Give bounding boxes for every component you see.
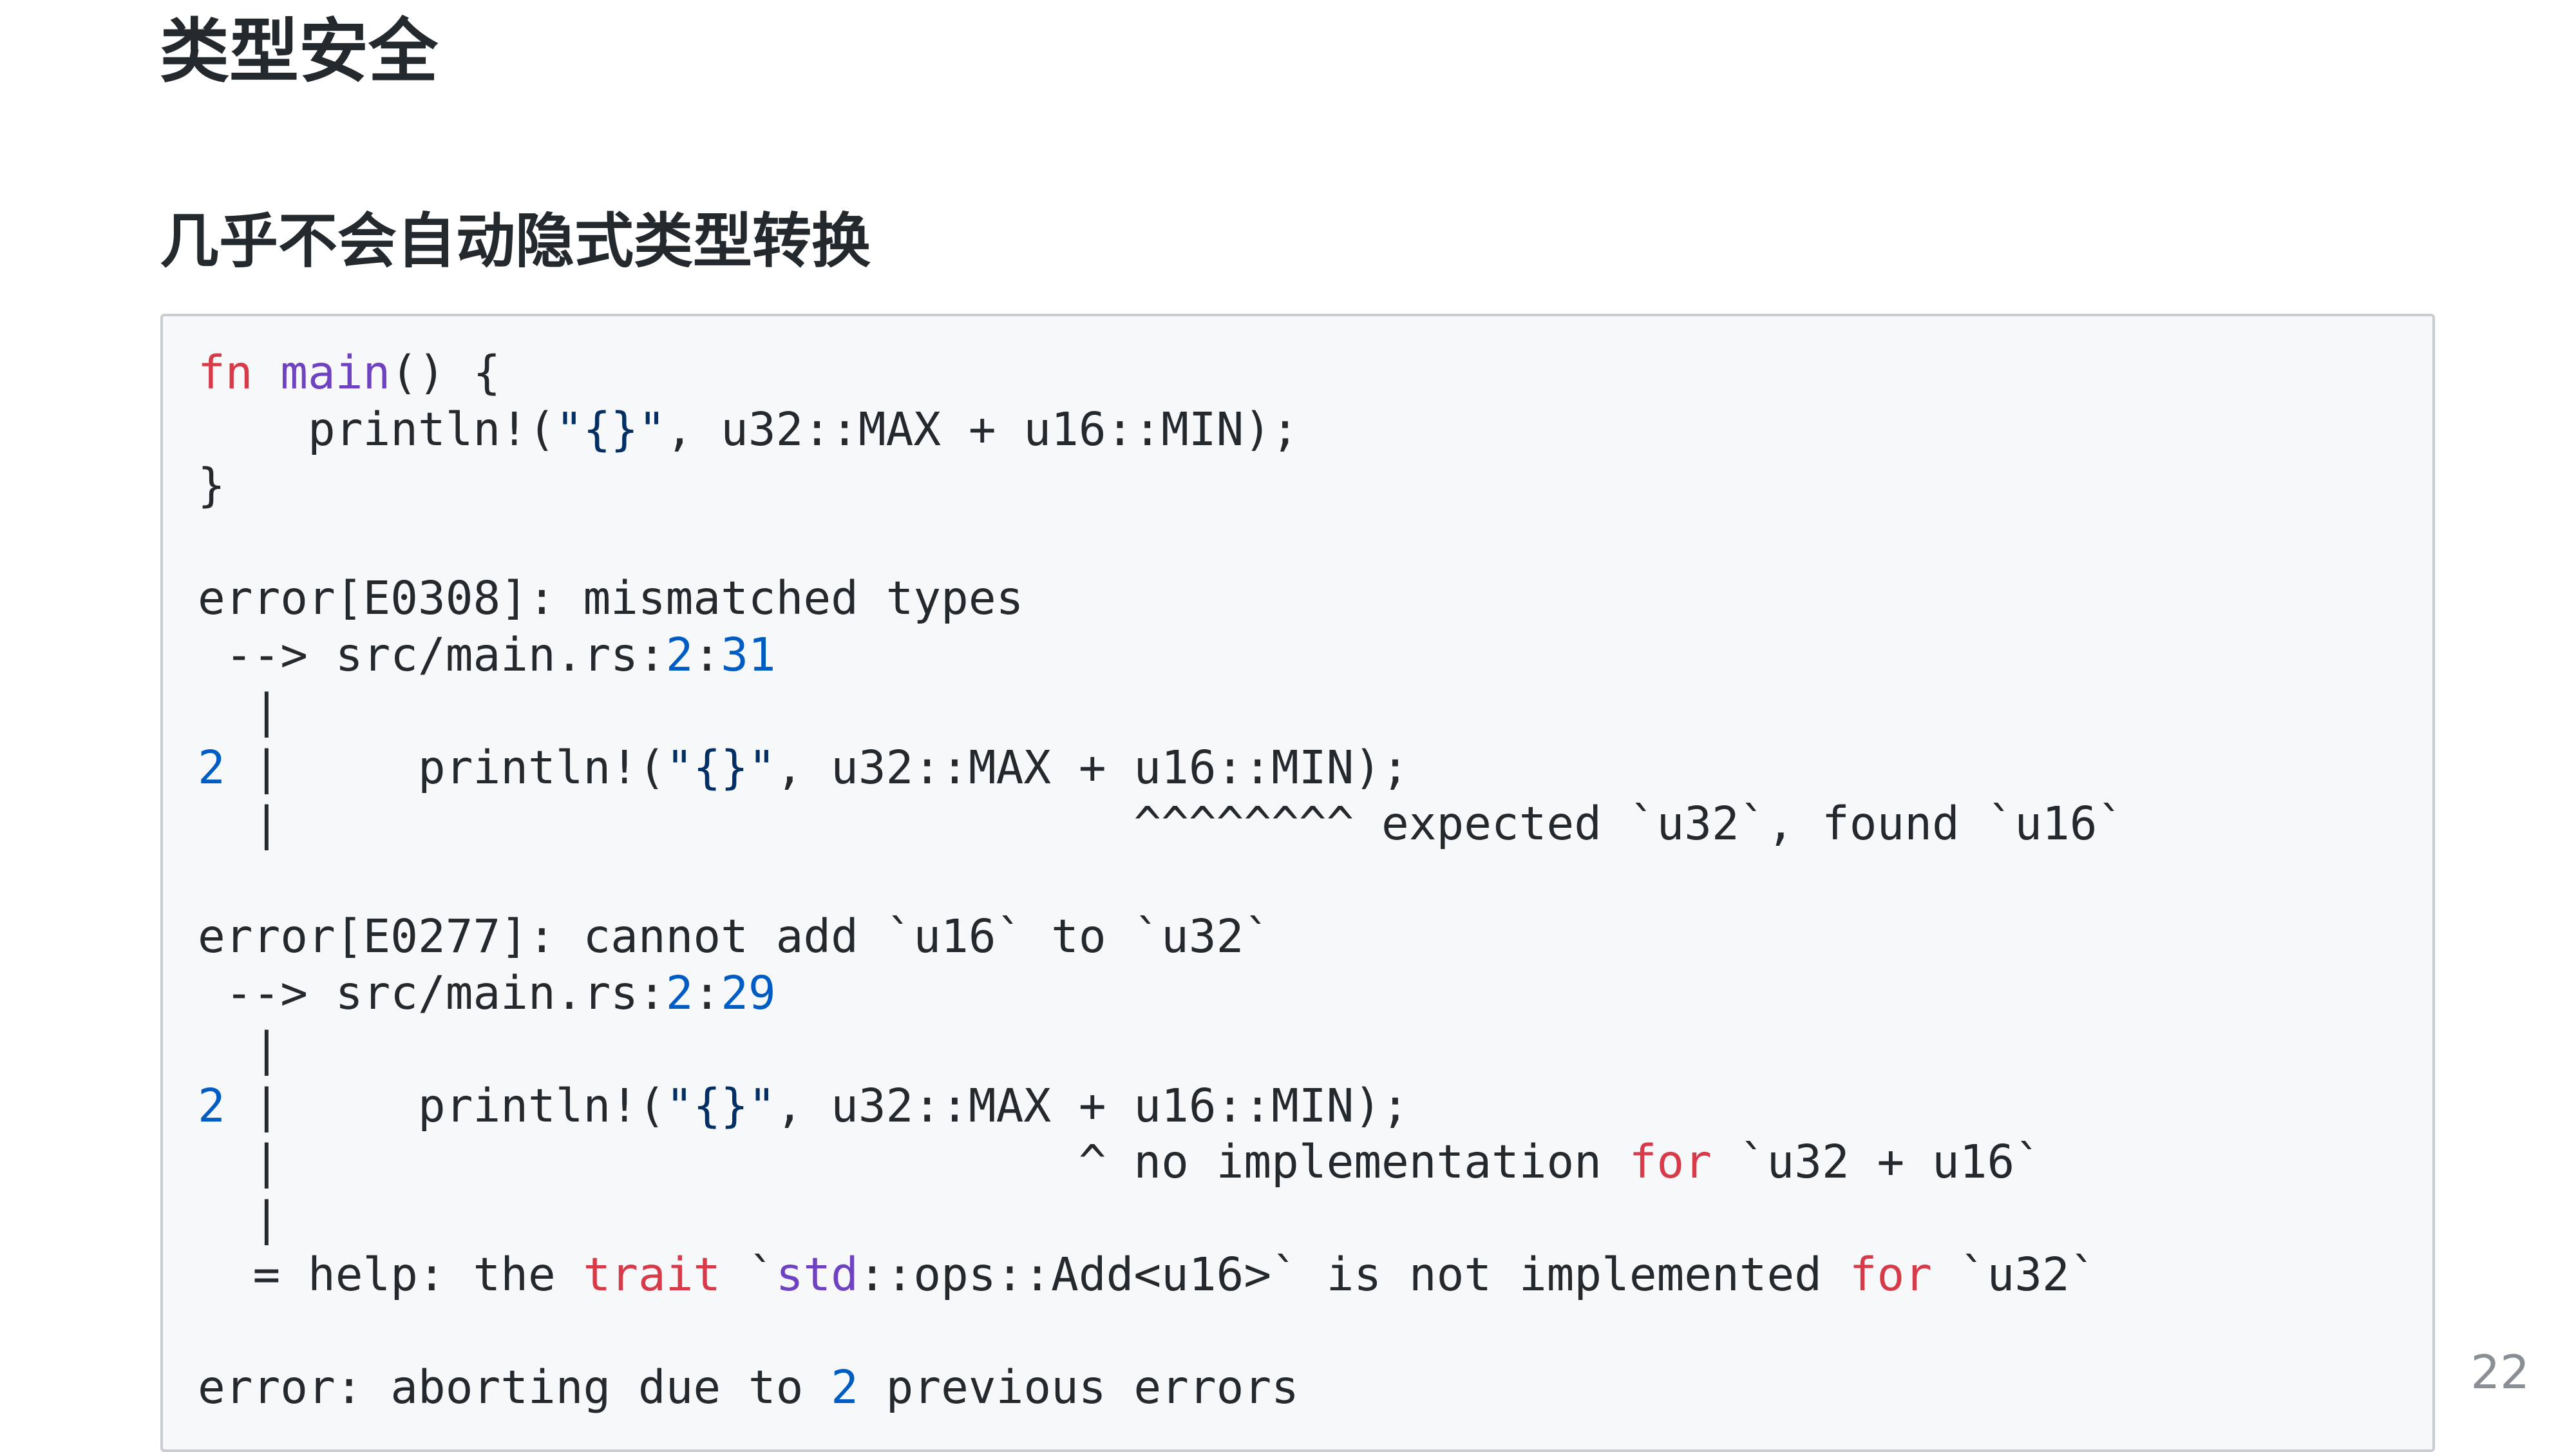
code-line: } <box>198 459 225 512</box>
code-line: error[E0308]: mismatched types <box>198 571 1023 625</box>
code-text: | println!( <box>225 740 666 794</box>
code-string: "{}" <box>665 1078 776 1132</box>
code-function: std <box>775 1248 858 1301</box>
code-number: 29 <box>721 966 776 1020</box>
code-text: | println!( <box>225 1078 666 1132</box>
code-text: ` <box>721 1248 776 1301</box>
code-text: = help: the <box>198 1248 583 1301</box>
code-number: 2 <box>198 740 225 794</box>
code-string: "{}" <box>665 740 776 794</box>
code-line: | <box>198 684 280 738</box>
slide-title: 类型安全 <box>160 12 439 92</box>
code-text: error[E0308]: mismatched types <box>198 571 1024 625</box>
code-keyword: fn <box>198 346 253 399</box>
code-text: | ^ no implementation <box>198 1135 1629 1189</box>
code-text: `u32 + u16` <box>1712 1135 2042 1189</box>
code-text: | <box>198 1022 281 1076</box>
code-line: error[E0277]: cannot add `u16` to `u32` <box>198 910 1271 963</box>
code-keyword: trait <box>583 1248 721 1301</box>
code-text: ::ops::Add<u16>` is not implemented <box>858 1248 1850 1301</box>
code-text: | ^^^^^^^^ expected `u32`, found `u16` <box>198 797 2125 850</box>
code-line: fn main() { <box>198 346 500 399</box>
code-text: error[E0277]: cannot add `u16` to `u32` <box>198 910 1272 963</box>
code-number: 2 <box>198 1078 225 1132</box>
code-line: | <box>198 1192 280 1245</box>
code-line: println!("{}", u32::MAX + u16::MIN); <box>198 403 1299 456</box>
code-line: 2 | println!("{}", u32::MAX + u16::MIN); <box>198 1079 1409 1132</box>
code-line: error: aborting due to 2 previous errors <box>198 1361 1299 1414</box>
code-text: () { <box>390 346 501 399</box>
code-line: | ^ no implementation for `u32 + u16` <box>198 1135 2042 1189</box>
code-text: --> src/main.rs: <box>198 966 666 1020</box>
code-text: : <box>693 627 721 682</box>
code-text: `u32` <box>1932 1248 2098 1301</box>
code-block: fn main() { println!("{}", u32::MAX + u1… <box>160 314 2435 1452</box>
code-line: 2 | println!("{}", u32::MAX + u16::MIN); <box>198 741 1409 794</box>
code-keyword: for <box>1849 1248 1933 1301</box>
code-text: error: aborting due to <box>198 1361 831 1414</box>
code-number: 2 <box>665 966 694 1020</box>
code-number: 31 <box>721 627 776 682</box>
code-content: fn main() { println!("{}", u32::MAX + u1… <box>198 345 2125 1416</box>
code-text: } <box>198 459 225 512</box>
code-number: 2 <box>665 627 694 682</box>
page-number: 22 <box>2470 1345 2530 1399</box>
code-text: , u32::MAX + u16::MIN); <box>775 740 1409 794</box>
code-string: "{}" <box>555 402 666 456</box>
code-text: , u32::MAX + u16::MIN); <box>775 1078 1409 1132</box>
code-text: | <box>198 1191 281 1245</box>
slide-subtitle: 几乎不会自动隐式类型转换 <box>160 207 871 276</box>
code-text: previous errors <box>858 1361 1299 1414</box>
code-text: println!( <box>198 402 556 456</box>
code-text: --> src/main.rs: <box>198 627 666 682</box>
code-function: main <box>280 346 391 399</box>
code-keyword: for <box>1629 1135 1712 1189</box>
code-line: --> src/main.rs:2:29 <box>198 966 776 1020</box>
code-line: = help: the trait `std::ops::Add<u16>` i… <box>198 1248 2098 1301</box>
code-line: | ^^^^^^^^ expected `u32`, found `u16` <box>198 797 2125 850</box>
code-text: : <box>693 966 721 1020</box>
code-line: | <box>198 1022 280 1076</box>
code-number: 2 <box>831 1361 858 1414</box>
code-text: , u32::MAX + u16::MIN); <box>665 402 1299 456</box>
code-line: --> src/main.rs:2:31 <box>198 628 776 682</box>
code-text: | <box>198 684 281 738</box>
